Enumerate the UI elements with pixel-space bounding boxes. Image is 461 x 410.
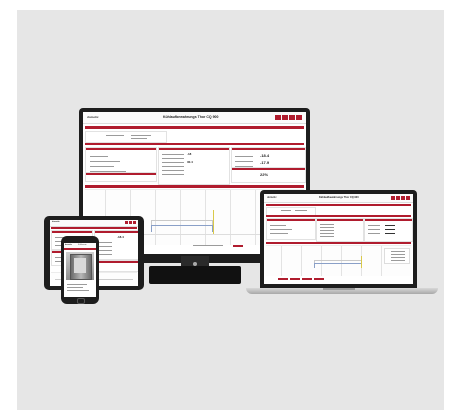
header-buttons bbox=[275, 115, 302, 120]
chart-marker bbox=[213, 210, 214, 234]
temperature-value: -18.4 bbox=[117, 235, 124, 239]
section-bar bbox=[85, 143, 304, 145]
laptop-footer-buttons bbox=[278, 278, 324, 280]
alarm-panel bbox=[85, 172, 157, 182]
chart-series bbox=[151, 225, 213, 232]
chart-legend bbox=[233, 245, 243, 247]
brand-logo: dometic bbox=[87, 115, 99, 119]
laptop-notch bbox=[323, 288, 355, 290]
value-readout: 30.4 bbox=[187, 160, 193, 164]
values-panel bbox=[316, 218, 364, 242]
home-button[interactable] bbox=[77, 298, 85, 304]
value-readout: -18 bbox=[187, 152, 192, 156]
phone-screen: dometic Kühlraum bbox=[64, 243, 96, 297]
values-panel: -18.4 bbox=[94, 230, 138, 260]
history-chart bbox=[266, 245, 411, 276]
phone-label: Kühlraum bbox=[78, 244, 87, 246]
alarm-panel bbox=[94, 260, 138, 272]
section-bar bbox=[266, 204, 411, 206]
brand-logo: dometic bbox=[267, 196, 277, 199]
header-buttons bbox=[391, 196, 410, 200]
tablet-header: dometic bbox=[50, 220, 138, 227]
laptop-header: dometic Kühlaufbewahrungs Thor CQ 900 bbox=[264, 194, 413, 203]
section-bar bbox=[85, 126, 304, 129]
header-button[interactable] bbox=[296, 115, 302, 120]
apple-logo-icon bbox=[193, 262, 197, 266]
status-panel bbox=[266, 218, 316, 240]
page-title: Kühlaufbewahrungs Thor CQ 900 bbox=[319, 196, 359, 199]
temperature-value: -18.4 bbox=[260, 153, 270, 158]
chart-series bbox=[314, 263, 362, 268]
brand-logo: dometic bbox=[52, 221, 60, 223]
chart-header bbox=[266, 242, 411, 244]
laptop-screen: dometic Kühlaufbewahrungs Thor CQ 900 bbox=[264, 194, 413, 284]
header-button[interactable] bbox=[282, 115, 288, 120]
page-title: Kühlaufbewahrungs Thor CQ 900 bbox=[163, 115, 219, 119]
temperature-panel bbox=[364, 218, 413, 242]
humidity-panel: 22% bbox=[231, 167, 306, 183]
header-button[interactable] bbox=[275, 115, 281, 120]
header-button[interactable] bbox=[289, 115, 295, 120]
chart-legend bbox=[384, 248, 410, 264]
monitor-stand-base bbox=[149, 266, 241, 284]
app-header: dometic Kühlaufbewahrungs Thor CQ 900 bbox=[83, 112, 306, 124]
section-bar bbox=[266, 215, 411, 217]
brand-logo: dometic bbox=[65, 244, 72, 246]
temperature-value: -17.9 bbox=[260, 160, 270, 165]
values-panel: -18 30.4 bbox=[158, 147, 230, 185]
info-box bbox=[85, 131, 167, 143]
humidity-value: 22% bbox=[260, 172, 269, 177]
cabinet-photo bbox=[66, 252, 94, 280]
chart-header bbox=[85, 185, 304, 188]
